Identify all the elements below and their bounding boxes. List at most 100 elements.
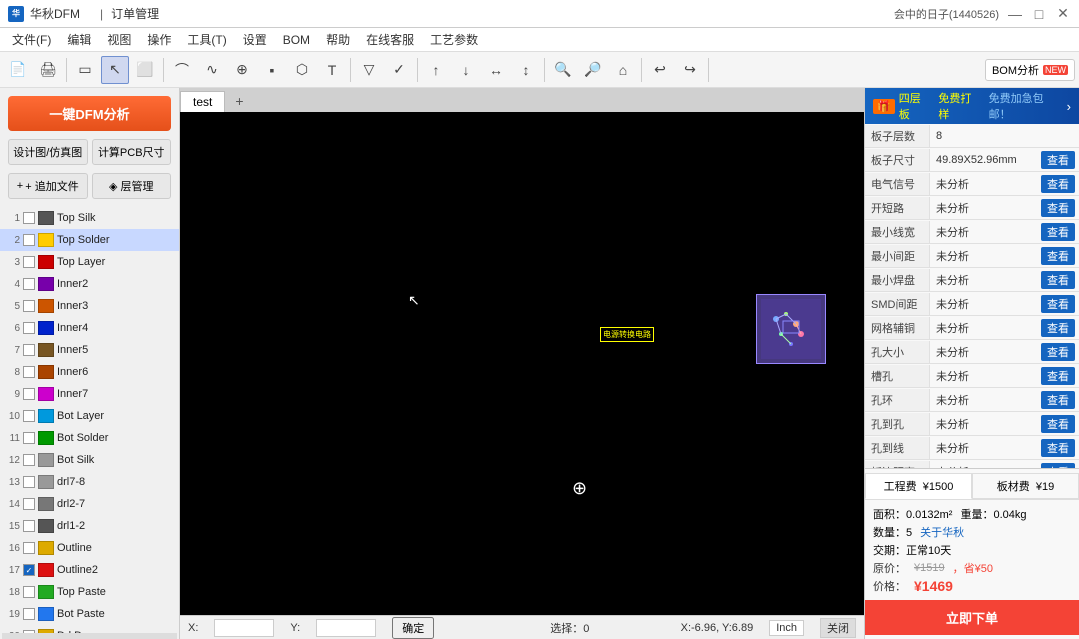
poly-btn[interactable]: ⬡ xyxy=(288,56,316,84)
canvas-tab-test[interactable]: test xyxy=(180,91,225,112)
text-btn[interactable]: T xyxy=(318,56,346,84)
menu-settings[interactable]: 设置 xyxy=(235,29,275,50)
y-input[interactable] xyxy=(316,619,376,637)
order-btn[interactable]: 立即下单 xyxy=(865,600,1079,635)
layer-item-inner7[interactable]: 9 Inner7 xyxy=(0,383,179,405)
layer-item-top-solder[interactable]: 2 Top Solder xyxy=(0,229,179,251)
pricing-tab-engineering[interactable]: 工程费 ¥1500 xyxy=(865,473,972,499)
layer-item-bot-paste[interactable]: 19 Bot Paste xyxy=(0,603,179,625)
menu-tools[interactable]: 工具(T) xyxy=(179,29,234,50)
minimize-btn[interactable]: — xyxy=(1007,6,1023,22)
layer-check[interactable] xyxy=(23,432,35,444)
new-btn[interactable]: 📄 xyxy=(4,56,32,84)
download-btn[interactable]: ↓ xyxy=(452,56,480,84)
right-row-btn-5[interactable]: 查看 xyxy=(1041,247,1075,265)
layer-check[interactable] xyxy=(23,366,35,378)
menu-file[interactable]: 文件(F) xyxy=(4,29,59,50)
layer-check[interactable] xyxy=(23,608,35,620)
layer-check[interactable] xyxy=(23,498,35,510)
layer-check[interactable] xyxy=(23,454,35,466)
right-row-btn-2[interactable]: 查看 xyxy=(1041,175,1075,193)
status-unit[interactable]: Inch xyxy=(769,620,804,636)
layer-item-drl-draw[interactable]: 20 Drl Draw xyxy=(0,625,179,633)
layer-item-inner5[interactable]: 7 Inner5 xyxy=(0,339,179,361)
right-row-btn-3[interactable]: 查看 xyxy=(1041,199,1075,217)
layer-check[interactable] xyxy=(23,278,35,290)
layer-check[interactable] xyxy=(23,388,35,400)
fit-btn[interactable]: ⌂ xyxy=(609,56,637,84)
layer-check[interactable] xyxy=(23,410,35,422)
right-row-btn-11[interactable]: 查看 xyxy=(1041,391,1075,409)
layer-check[interactable] xyxy=(23,300,35,312)
route-btn[interactable]: ⌒ xyxy=(168,56,196,84)
undo-btn[interactable]: ↩ xyxy=(646,56,674,84)
layer-check[interactable] xyxy=(23,476,35,488)
right-row-btn-7[interactable]: 查看 xyxy=(1041,295,1075,313)
layer-check[interactable] xyxy=(23,520,35,532)
right-row-btn-8[interactable]: 查看 xyxy=(1041,319,1075,337)
maximize-btn[interactable]: □ xyxy=(1031,6,1047,22)
layer-item-top-paste[interactable]: 18 Top Paste xyxy=(0,581,179,603)
layer-item-inner4[interactable]: 6 Inner4 xyxy=(0,317,179,339)
flip-h-btn[interactable]: ↔ xyxy=(482,56,510,84)
layer-item-outline[interactable]: 16 Outline xyxy=(0,537,179,559)
status-off[interactable]: 关闭 xyxy=(820,618,856,638)
menu-edit[interactable]: 编辑 xyxy=(59,29,99,50)
menu-view[interactable]: 视图 xyxy=(99,29,139,50)
print-btn[interactable]: 🖨 xyxy=(34,56,62,84)
menu-operate[interactable]: 操作 xyxy=(139,29,179,50)
layer-check[interactable] xyxy=(23,322,35,334)
layer-check[interactable] xyxy=(23,344,35,356)
add-file-btn[interactable]: + + 追加文件 xyxy=(8,173,88,199)
dfm-analyze-btn[interactable]: 一键DFM分析 xyxy=(8,96,171,131)
arc-btn[interactable]: ∿ xyxy=(198,56,226,84)
x-input[interactable] xyxy=(214,619,274,637)
layer-item-inner6[interactable]: 8 Inner6 xyxy=(0,361,179,383)
layer-check[interactable] xyxy=(23,256,35,268)
layer-item-drl7-8[interactable]: 13 drl7-8 xyxy=(0,471,179,493)
upload-btn[interactable]: ↑ xyxy=(422,56,450,84)
menu-bom[interactable]: BOM xyxy=(275,31,318,49)
confirm-btn[interactable]: 确定 xyxy=(392,617,434,639)
layer-item-bot-solder[interactable]: 11 Bot Solder xyxy=(0,427,179,449)
layer-check[interactable] xyxy=(23,586,35,598)
layer-item-inner2[interactable]: 4 Inner2 xyxy=(0,273,179,295)
close-btn[interactable]: ✕ xyxy=(1055,6,1071,22)
layer-item-bot-layer[interactable]: 10 Bot Layer xyxy=(0,405,179,427)
layer-item-top-silk[interactable]: 1 Top Silk xyxy=(0,207,179,229)
menu-process[interactable]: 工艺参数 xyxy=(422,29,486,50)
drc-btn[interactable]: ✓ xyxy=(385,56,413,84)
huaqiu-link[interactable]: 关于华秋 xyxy=(920,524,964,540)
canvas-add-tab[interactable]: + xyxy=(227,90,251,112)
layer-item-drl2-7[interactable]: 14 drl2-7 xyxy=(0,493,179,515)
layer-check[interactable] xyxy=(23,212,35,224)
menu-service[interactable]: 在线客服 xyxy=(358,29,422,50)
calc-pcb-btn[interactable]: 计算PCB尺寸 xyxy=(92,139,172,165)
layer-item-drl1-2[interactable]: 15 drl1-2 xyxy=(0,515,179,537)
cursor-btn[interactable]: ↖ xyxy=(101,56,129,84)
bom-analysis-btn[interactable]: BOM分析 NEW xyxy=(985,59,1075,81)
canvas-viewport[interactable]: 电源转换电路 xyxy=(180,112,864,615)
titlebar-tab[interactable]: 订单管理 xyxy=(111,5,159,22)
via-btn[interactable]: ⊕ xyxy=(228,56,256,84)
layer-mgr-btn[interactable]: ◈ 层管理 xyxy=(92,173,172,199)
right-row-btn-1[interactable]: 查看 xyxy=(1041,151,1075,169)
zoom-in-btn[interactable]: 🔍 xyxy=(549,56,577,84)
layer-item-bot-silk[interactable]: 12 Bot Silk xyxy=(0,449,179,471)
right-row-btn-10[interactable]: 查看 xyxy=(1041,367,1075,385)
zoom-area-btn[interactable]: ⬜ xyxy=(131,56,159,84)
right-row-btn-4[interactable]: 查看 xyxy=(1041,223,1075,241)
layer-item-outline2[interactable]: 17 Outline2 xyxy=(0,559,179,581)
design-sim-btn[interactable]: 设计图/仿真图 xyxy=(8,139,88,165)
right-row-btn-13[interactable]: 查看 xyxy=(1041,439,1075,457)
layer-check[interactable] xyxy=(23,542,35,554)
menu-help[interactable]: 帮助 xyxy=(318,29,358,50)
right-row-btn-9[interactable]: 查看 xyxy=(1041,343,1075,361)
layer-check[interactable] xyxy=(23,564,35,576)
select-btn[interactable]: ▭ xyxy=(71,56,99,84)
right-row-btn-12[interactable]: 查看 xyxy=(1041,415,1075,433)
layer-item-top-layer[interactable]: 3 Top Layer xyxy=(0,251,179,273)
filter-btn[interactable]: ▽ xyxy=(355,56,383,84)
right-row-btn-6[interactable]: 查看 xyxy=(1041,271,1075,289)
pricing-tab-material[interactable]: 板材费 ¥19 xyxy=(972,473,1079,499)
